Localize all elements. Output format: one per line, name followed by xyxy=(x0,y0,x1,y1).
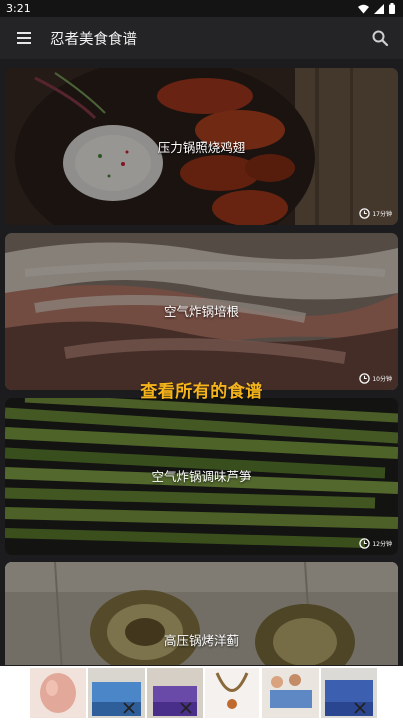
recipe-title: 压力锅照烧鸡翅 xyxy=(157,140,246,155)
page-title: 忍者美食食谱 xyxy=(50,32,137,48)
clock-icon xyxy=(359,538,371,549)
search-icon[interactable] xyxy=(371,29,389,47)
cook-time: 12分钟 xyxy=(359,538,392,549)
recipe-card[interactable]: 高压锅烤洋蓟 xyxy=(5,562,398,665)
recipe-title: 空气炸锅培根 xyxy=(163,304,239,319)
ad-image[interactable] xyxy=(321,668,377,718)
ad-image[interactable] xyxy=(147,668,203,718)
ad-image[interactable] xyxy=(262,668,319,718)
signal-icon xyxy=(374,3,384,14)
cook-time-label: 17分钟 xyxy=(372,211,392,218)
recipe-title: 空气炸锅调味芦笋 xyxy=(151,469,252,484)
clock-icon xyxy=(359,208,371,219)
ad-image[interactable] xyxy=(205,668,259,718)
close-icon[interactable] xyxy=(178,700,194,716)
status-bar: 3:21 xyxy=(0,0,403,17)
status-icons xyxy=(358,3,395,14)
recipe-title: 高压锅烤洋蓟 xyxy=(163,633,239,648)
recipe-card[interactable]: 压力锅照烧鸡翅 17分钟 xyxy=(5,68,398,225)
recipe-card[interactable]: 空气炸锅培根 10分钟 xyxy=(5,233,398,390)
close-icon[interactable] xyxy=(352,700,368,716)
recipe-card[interactable]: 空气炸锅调味芦笋 12分钟 xyxy=(5,398,398,555)
ad-image[interactable] xyxy=(30,668,86,718)
battery-icon xyxy=(389,3,395,14)
status-time: 3:21 xyxy=(6,2,31,15)
image-shade xyxy=(5,562,398,665)
view-all-recipes-link[interactable]: 查看所有的食谱 xyxy=(0,377,403,402)
wifi-icon xyxy=(358,4,369,13)
ad-banner xyxy=(0,666,403,720)
recipe-list[interactable]: 压力锅照烧鸡翅 17分钟 空气炸锅培根 10分钟 空气炸锅调味芦笋 12分钟 高… xyxy=(0,59,403,665)
menu-icon[interactable] xyxy=(14,29,34,47)
cook-time: 17分钟 xyxy=(359,208,392,219)
app-bar: 忍者美食食谱 xyxy=(0,17,403,59)
cook-time-label: 12分钟 xyxy=(372,541,392,548)
close-icon[interactable] xyxy=(121,700,137,716)
